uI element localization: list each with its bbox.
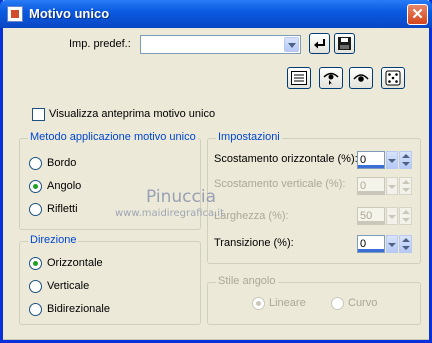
radio-verticale[interactable] [29,280,42,293]
radio-orizzontale[interactable] [29,257,42,270]
reset-preset-button[interactable] [309,33,330,54]
radio-verticale-label: Verticale [47,280,90,292]
radio-rifletti[interactable] [29,203,42,216]
preview-button[interactable] [349,67,373,89]
watermark-url: www.maidiregrafica.it [115,208,225,219]
eye-icon [353,74,369,82]
radio-rifletti-label: Rifletti [47,203,78,215]
width-slider[interactable] [358,221,384,224]
chevron-down-icon[interactable] [284,37,299,52]
reset-arrow-icon [314,39,325,49]
width-label: Larghezza (%): [214,210,289,222]
title-bar[interactable]: Motivo unico ✕ [0,0,432,28]
spin-arrows-icon[interactable] [399,235,412,253]
dialog-window: Motivo unico ✕ Imp. predef.: Visualizza … [0,0,432,343]
radio-curvo[interactable] [331,297,344,310]
radio-angolo-label: Angolo [47,180,82,192]
transition-stepper[interactable]: 0 [357,235,413,253]
radio-lineare-label: Lineare [269,297,306,309]
corner-style-group-title: Stile angolo [216,275,278,287]
preview-mouse-button[interactable] [319,67,343,89]
window-title: Motivo unico [29,6,110,21]
preview-checkbox[interactable] [32,108,45,121]
settings-group-title: Impostazioni [216,131,282,143]
h-offset-label: Scostamento orizzontale (%): [214,153,358,165]
h-offset-slider[interactable] [358,165,384,168]
transition-slider[interactable] [358,249,384,252]
save-disk-icon [338,37,351,50]
chevron-down-icon[interactable] [386,235,398,253]
eye-mouse-icon [323,72,339,85]
bottom-divider [3,339,429,340]
spin-arrows-icon[interactable] [399,207,412,225]
v-offset-label: Scostamento verticale (%): [214,178,346,190]
chevron-down-icon[interactable] [386,151,398,169]
chevron-down-icon[interactable] [386,207,398,225]
direction-group-title: Direzione [28,234,79,246]
radio-curvo-label: Curvo [348,297,378,309]
h-offset-stepper[interactable]: 0 [357,151,413,169]
radio-bidirezionale-label: Bidirezionale [47,303,110,315]
chevron-down-icon[interactable] [386,177,398,195]
save-preset-button[interactable] [334,33,355,54]
app-window-icon [7,6,23,22]
close-button[interactable]: ✕ [407,4,428,25]
radio-bordo[interactable] [29,157,42,170]
preset-label: Imp. predef.: [69,38,131,50]
list-view-button[interactable] [287,67,311,89]
corner-style-group: Stile angolo [207,275,421,325]
radio-orizzontale-label: Orizzontale [47,257,103,269]
preview-checkbox-label: Visualizza anteprima motivo unico [49,108,216,120]
method-group-title: Metodo applicazione motivo unico [28,131,198,143]
width-stepper[interactable]: 50 [357,207,413,225]
spin-arrows-icon[interactable] [399,177,412,195]
watermark-name: Pinuccia [146,187,216,207]
preset-dropdown[interactable] [140,35,301,54]
list-icon [291,71,307,85]
v-offset-stepper[interactable]: 0 [357,177,413,195]
v-offset-slider[interactable] [358,191,384,194]
radio-angolo[interactable] [29,180,42,193]
transition-label: Transizione (%): [214,237,294,249]
radio-bidirezionale[interactable] [29,303,42,316]
radio-lineare[interactable] [252,297,265,310]
radio-bordo-label: Bordo [47,157,77,169]
randomize-button[interactable] [381,67,405,89]
dice-icon [385,70,401,86]
spin-arrows-icon[interactable] [399,151,412,169]
